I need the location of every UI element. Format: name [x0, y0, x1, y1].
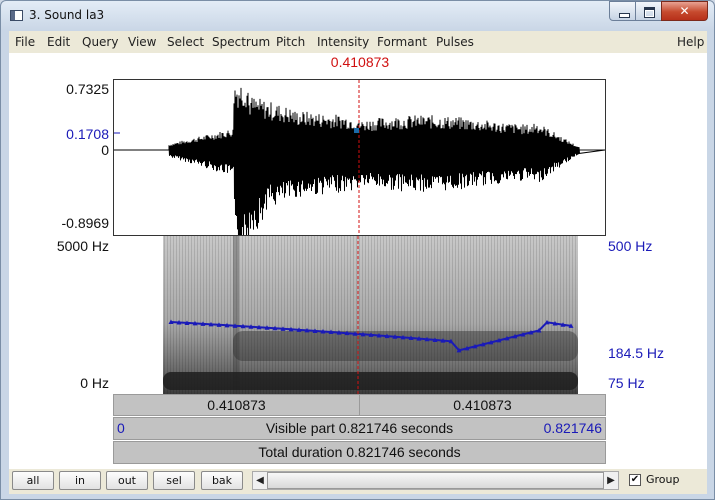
menu-pulses[interactable]: Pulses — [436, 35, 474, 49]
zoom-selection-button[interactable]: sel — [153, 471, 195, 490]
sound-editor-canvas[interactable]: 0.410873 0.7325 0.1708 0 -0.8969 5000 Hz… — [9, 53, 707, 491]
visible-part-label: Visible part 0.821746 seconds — [265, 420, 454, 436]
zoom-in-button[interactable]: in — [59, 471, 101, 490]
window-title: 3. Sound la3 — [29, 8, 105, 22]
left-segment-panel[interactable]: 0.410873 — [113, 394, 360, 416]
title-bar[interactable]: 3. Sound la3 ✕ — [1, 1, 714, 31]
menu-query[interactable]: Query — [82, 35, 118, 49]
waveform-panel[interactable] — [113, 79, 606, 236]
close-icon: ✕ — [679, 4, 690, 18]
menu-formant[interactable]: Formant — [377, 35, 427, 49]
wave-y-max-label: 0.7325 — [66, 81, 109, 97]
visible-start-label: 0 — [117, 420, 125, 436]
group-checkbox[interactable]: ✔ — [629, 474, 641, 486]
group-label: Group — [646, 473, 680, 486]
menu-intensity[interactable]: Intensity — [317, 35, 369, 49]
close-button[interactable]: ✕ — [661, 1, 708, 21]
wave-y-zero-label: 0 — [101, 142, 109, 158]
maximize-icon — [644, 7, 655, 18]
app-icon — [10, 10, 23, 21]
spectrogram-onset — [233, 236, 239, 394]
wave-y-min-label: -0.8969 — [61, 215, 109, 231]
menu-pitch[interactable]: Pitch — [276, 35, 305, 49]
right-segment-time: 0.410873 — [453, 397, 512, 413]
spectrogram-formant — [233, 331, 578, 361]
spectrogram-plot — [163, 236, 578, 394]
pitch-top-label: 500 Hz — [608, 238, 653, 254]
zoom-back-button[interactable]: bak — [201, 471, 243, 490]
menu-bar: File Edit Query View Select Spectrum Pit… — [9, 31, 707, 53]
menu-select[interactable]: Select — [167, 35, 204, 49]
menu-file[interactable]: File — [15, 35, 35, 49]
spectrogram-panel[interactable] — [113, 236, 606, 394]
pitch-value-label: 184.5 Hz — [608, 345, 665, 361]
cursor-time-readout: 0.410873 — [330, 54, 390, 70]
spec-freq-top-label: 5000 Hz — [56, 238, 109, 254]
zoom-all-button[interactable]: all — [12, 471, 54, 490]
scrollbar-thumb[interactable] — [267, 472, 604, 489]
left-segment-time: 0.410873 — [207, 397, 266, 413]
client-area: File Edit Query View Select Spectrum Pit… — [9, 31, 707, 494]
maximize-button[interactable] — [635, 1, 662, 21]
scroll-right-icon[interactable]: ▶ — [604, 472, 618, 489]
zoom-out-button[interactable]: out — [106, 471, 148, 490]
pitch-bottom-label: 75 Hz — [608, 375, 645, 391]
waveform-cursor-marker — [354, 128, 359, 133]
wave-y-cursor-label: 0.1708 — [66, 126, 109, 142]
spectrogram-striations — [163, 236, 578, 394]
waveform-plot — [114, 80, 605, 235]
menu-help[interactable]: Help — [677, 35, 704, 49]
menu-edit[interactable]: Edit — [47, 35, 70, 49]
spec-freq-bottom-label: 0 Hz — [80, 375, 109, 391]
menu-view[interactable]: View — [128, 35, 156, 49]
menu-spectrum[interactable]: Spectrum — [212, 35, 270, 49]
visible-part-panel[interactable]: 0 Visible part 0.821746 seconds 0.821746 — [113, 417, 606, 440]
minimize-button[interactable] — [609, 1, 636, 21]
window: 3. Sound la3 ✕ File Edit Query View Sele… — [0, 0, 715, 500]
horizontal-scrollbar[interactable]: ◀ ▶ — [252, 471, 619, 490]
right-segment-panel[interactable]: 0.410873 — [359, 394, 606, 416]
bottom-toolbar: all in out sel bak ◀ ▶ ✔ Group — [9, 469, 707, 494]
total-duration-panel[interactable]: Total duration 0.821746 seconds — [113, 441, 606, 464]
visible-end-label: 0.821746 — [543, 420, 602, 436]
minimize-icon — [619, 13, 630, 18]
scroll-left-icon[interactable]: ◀ — [253, 472, 267, 489]
spectrogram-voice-bar — [163, 372, 578, 390]
total-duration-label: Total duration 0.821746 seconds — [258, 444, 461, 460]
